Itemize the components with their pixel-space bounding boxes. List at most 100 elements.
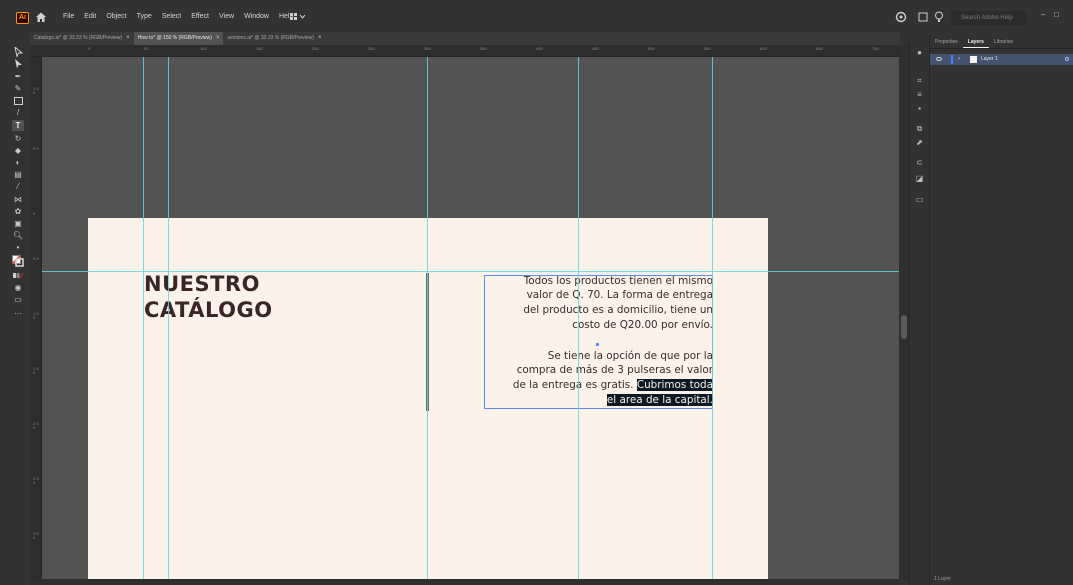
ruler-label: 5 0 (33, 146, 39, 151)
layer-row[interactable]: › Layer 1 (930, 54, 1073, 65)
catalog-title[interactable]: NUESTRO CATÁLOGO (144, 271, 273, 323)
visibility-eye-icon[interactable] (936, 57, 942, 61)
layer-thumbnail (970, 56, 977, 63)
tab-label: How to* @ 150 % (RGB/Preview) (137, 35, 212, 41)
target-icon[interactable] (1065, 57, 1069, 61)
ruler-label: 700 (872, 46, 879, 51)
color-mode-icon[interactable] (12, 270, 24, 281)
blend-tool-icon[interactable]: ⋈ (12, 194, 24, 205)
arrange-documents-icon[interactable] (918, 12, 928, 22)
direct-selection-tool-icon[interactable] (12, 58, 24, 69)
panel-tabs: Properties Layers Libraries (930, 35, 1073, 49)
text-plain: de la entrega es gratis. (512, 379, 637, 391)
vertical-guide[interactable] (712, 57, 713, 580)
layers-footer: 1 Layer (930, 576, 1073, 585)
menu-edit[interactable]: Edit (79, 13, 101, 20)
illustrator-window: Ai File Edit Object Type Select Effect V… (0, 0, 1073, 585)
ruler-label: 50 (144, 46, 149, 51)
tab-sections[interactable]: sections.ai* @ 33.33 % (RGB/Preview) × (223, 32, 325, 45)
title-line-2: CATÁLOGO (144, 298, 273, 322)
zoom-tool-icon[interactable]: 🔍︎ (12, 230, 24, 241)
ruler-label: 450 (592, 46, 599, 51)
close-icon[interactable]: × (216, 32, 220, 45)
menu-items: File Edit Object Type Select Effect View… (58, 13, 298, 20)
tab-catalogo[interactable]: Catalogo.ai* @ 33.33 % (RGB/Preview) × (30, 32, 134, 45)
hand-tool-icon[interactable]: • (12, 242, 24, 253)
tab-libraries[interactable]: Libraries (989, 35, 1018, 48)
color-icon[interactable]: ● (914, 48, 925, 58)
export-icon[interactable]: ⬈ (914, 138, 925, 148)
selection-tool-icon[interactable] (12, 46, 24, 57)
ruler-label: 0 (33, 211, 36, 216)
ruler-label: 400 (536, 46, 543, 51)
ruler-label: 5 0 (33, 256, 39, 261)
fill-stroke-icon[interactable] (12, 254, 24, 267)
rectangle-tool-icon[interactable] (12, 95, 24, 106)
type-tool-icon[interactable]: T (12, 120, 24, 131)
menu-object[interactable]: Object (101, 13, 131, 20)
close-icon[interactable]: × (126, 32, 130, 45)
layer-name[interactable]: Layer 1 (981, 54, 998, 65)
menu-type[interactable]: Type (132, 13, 157, 20)
align-icon[interactable]: ≡ (914, 90, 925, 100)
links-icon[interactable]: ⊂ (914, 158, 925, 168)
menu-file[interactable]: File (58, 13, 79, 20)
eyedropper-tool-icon[interactable]: ⁄ (12, 181, 24, 192)
ruler-label: 1 5 0 (33, 366, 39, 375)
properties-icon[interactable]: ▭ (914, 195, 925, 205)
chevron-right-icon[interactable]: › (958, 54, 960, 65)
menu-window[interactable]: Window (239, 13, 274, 20)
edit-toolbar-icon[interactable]: ··· (12, 308, 24, 319)
pen-tool-icon[interactable]: ✒ (12, 71, 24, 82)
tab-layers[interactable]: Layers (962, 35, 989, 48)
symbol-sprayer-tool-icon[interactable]: ✿ (12, 206, 24, 217)
rotate-tool-icon[interactable]: ↻ (12, 133, 24, 144)
text-selection[interactable]: Cubrimos toda (636, 379, 713, 391)
image-trace-icon[interactable]: ◪ (914, 174, 925, 184)
home-icon[interactable] (35, 11, 47, 23)
artboard-tool-icon[interactable]: ▣ (12, 218, 24, 229)
menu-view[interactable]: View (214, 13, 239, 20)
menu-bar: Ai File Edit Object Type Select Effect V… (0, 0, 1073, 30)
vertical-scrollbar[interactable] (899, 45, 909, 580)
tab-label: Catalogo.ai* @ 33.33 % (RGB/Preview) (34, 35, 123, 41)
workspace-switcher-icon[interactable] (290, 12, 306, 21)
paintbrush-tool-icon[interactable]: / (12, 107, 24, 118)
discover-icon[interactable] (934, 11, 944, 23)
vertical-ruler[interactable]: 1 0 0 5 0 0 5 0 1 0 0 1 5 0 2 0 0 2 5 0 … (30, 57, 42, 580)
pathfinder-icon[interactable]: ▪ (914, 104, 925, 114)
ruler-label: 1 0 0 (33, 311, 39, 320)
vertical-guide[interactable] (427, 57, 428, 580)
paragraph-1-line-1: Todos los productos tienen el mismo (523, 275, 713, 287)
tab-properties[interactable]: Properties (930, 35, 963, 48)
horizontal-ruler[interactable]: 0 50 100 150 200 250 300 350 400 450 500… (30, 45, 899, 57)
screen-mode-icon[interactable]: ▭ (12, 294, 24, 305)
draw-mode-icon[interactable]: ◉ (12, 282, 24, 293)
cloud-sync-icon[interactable] (895, 11, 907, 23)
menu-select[interactable]: Select (157, 13, 186, 20)
scroll-thumb[interactable] (901, 315, 907, 339)
shape-builder-tool-icon[interactable]: ◐ (12, 157, 24, 168)
curvature-tool-icon[interactable]: ✎ (12, 83, 24, 94)
vertical-guide[interactable] (578, 57, 579, 580)
artboards-icon[interactable]: ⧉ (914, 124, 925, 134)
horizontal-scrollbar[interactable] (30, 579, 900, 585)
eraser-tool-icon[interactable]: ◆ (12, 145, 24, 156)
document-tabs: Catalogo.ai* @ 33.33 % (RGB/Preview) × H… (30, 32, 900, 45)
horizontal-guide[interactable] (42, 271, 899, 272)
menu-effect[interactable]: Effect (186, 13, 214, 20)
tools-panel: ✒ ✎ / T ↻ ◆ ◐ ▤ ⁄ ⋈ ✿ ▣ 🔍︎ • ◉ ▭ ··· (6, 38, 30, 583)
ruler-label: 600 (760, 46, 767, 51)
close-icon[interactable]: × (318, 32, 322, 45)
gradient-tool-icon[interactable]: ▤ (12, 169, 24, 180)
vertical-guide[interactable] (168, 57, 169, 580)
ruler-label: 300 (424, 46, 431, 51)
document-canvas[interactable]: NUESTRO CATÁLOGO Todos los productos tie… (42, 57, 899, 580)
minimize-icon[interactable]: – (1041, 10, 1045, 19)
transform-icon[interactable]: ⌗ (914, 76, 925, 86)
vertical-guide[interactable] (143, 57, 144, 580)
maximize-icon[interactable]: □ (1054, 10, 1059, 19)
text-selection[interactable]: el area de la capital. (606, 394, 713, 406)
tab-how-to[interactable]: How to* @ 150 % (RGB/Preview) × (133, 32, 224, 45)
search-input[interactable]: Search Adobe Help (951, 11, 1026, 25)
